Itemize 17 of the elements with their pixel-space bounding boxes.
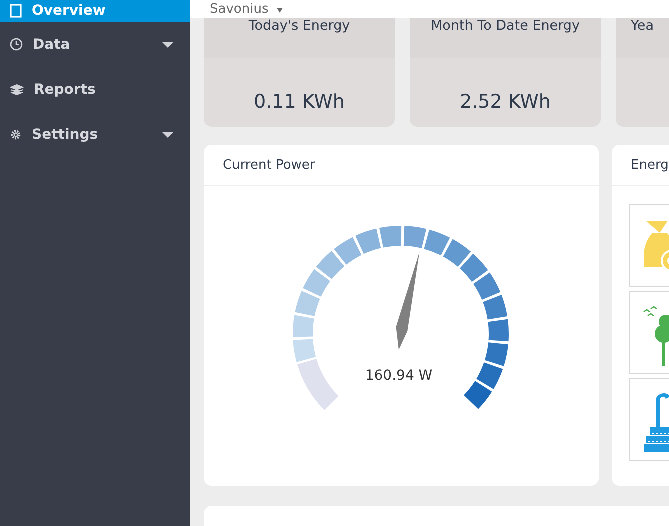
gear-icon xyxy=(10,128,22,140)
sidebar-item[interactable]: Reports xyxy=(0,67,190,112)
layers-icon xyxy=(10,84,24,96)
card-title: Current Power xyxy=(223,158,316,172)
caret-icon xyxy=(276,8,283,12)
stat-value: 2.52 KWh xyxy=(460,90,551,112)
sidebar-item[interactable]: Data xyxy=(0,22,190,67)
stat-value: 0.11 KWh xyxy=(254,90,345,112)
stat-title: Month To Date Energy xyxy=(431,18,580,34)
page-icon xyxy=(10,4,22,18)
stat-title: Yea xyxy=(630,18,654,34)
clock-icon xyxy=(10,38,23,51)
sidebar-item[interactable]: Settings xyxy=(0,112,190,157)
site-selector[interactable]: Savonius xyxy=(210,2,283,18)
stat-title: Today's Energy xyxy=(248,18,350,34)
card-title: Energ xyxy=(631,158,669,172)
gauge-reading: 160.94 W xyxy=(365,368,433,384)
